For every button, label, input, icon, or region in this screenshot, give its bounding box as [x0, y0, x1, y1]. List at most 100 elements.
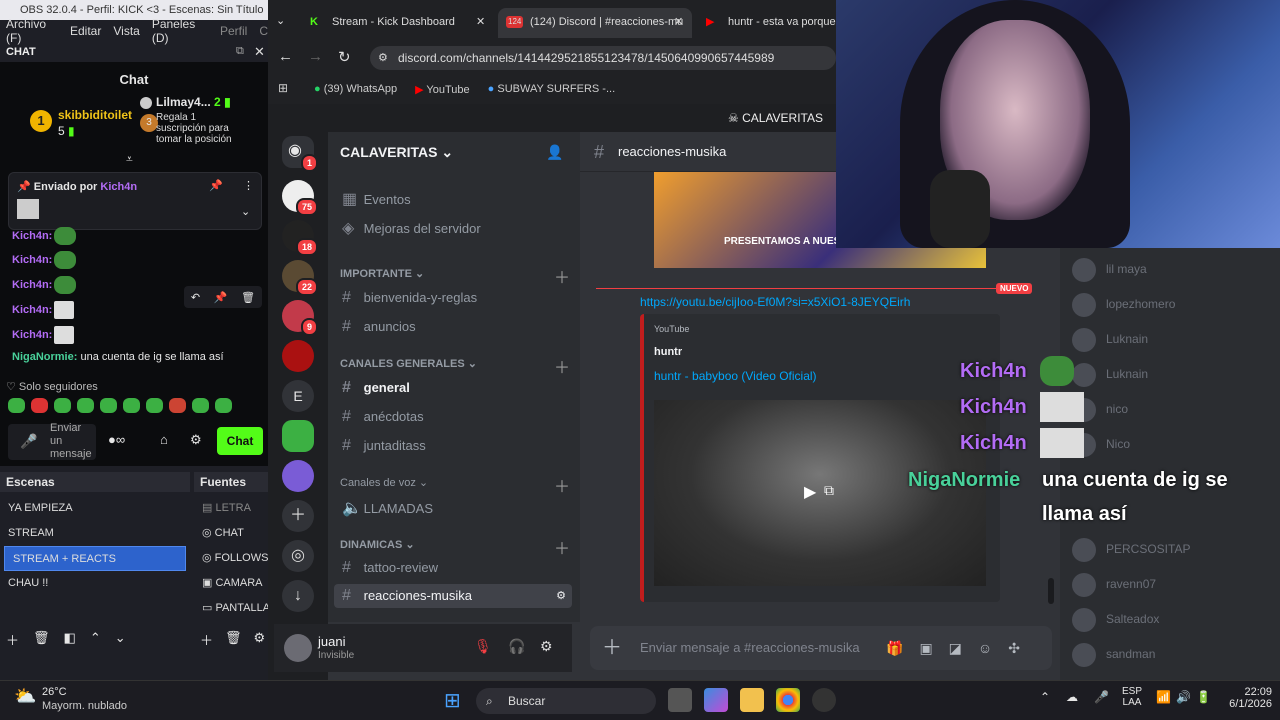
- chat-message[interactable]: Kich4n:: [12, 276, 77, 294]
- source-item[interactable]: ▣ CAMARA: [194, 571, 268, 596]
- add-channel-icon[interactable]: ＋: [554, 473, 570, 497]
- source-item[interactable]: ▤ LETRA: [194, 496, 268, 521]
- taskbar-search[interactable]: ⌕ Buscar: [476, 688, 656, 714]
- bookmark-subway[interactable]: ● SUBWAY SURFERS -...: [488, 83, 615, 95]
- move-up-icon[interactable]: ⌃: [90, 630, 101, 649]
- category-dinamicas[interactable]: DINAMICAS ⌄: [340, 538, 415, 551]
- scrollbar[interactable]: [1048, 578, 1054, 604]
- download-icon[interactable]: ↓: [282, 580, 314, 612]
- filter-icon[interactable]: ◧: [64, 630, 76, 649]
- chat-message[interactable]: Kich4n:: [12, 227, 77, 245]
- add-icon[interactable]: ＋: [6, 630, 19, 649]
- reply-icon[interactable]: ↶: [191, 291, 200, 304]
- channel-settings-icon[interactable]: ⚙: [556, 584, 566, 608]
- menu-archivo[interactable]: Archivo (F): [6, 17, 58, 45]
- chevron-down-icon[interactable]: ⌄: [241, 205, 250, 218]
- close-tab-icon[interactable]: ✕: [476, 8, 485, 36]
- avatar[interactable]: [284, 634, 312, 662]
- voice-channel-item[interactable]: 🔈 LLAMADAS: [342, 498, 433, 518]
- undock-icon[interactable]: ⧉: [236, 45, 244, 58]
- scene-item-selected[interactable]: STREAM + REACTS: [4, 546, 186, 571]
- headphones-icon[interactable]: 🎧: [508, 638, 525, 655]
- source-item[interactable]: ◎ CHAT: [194, 521, 268, 546]
- tab-youtube[interactable]: ▶ huntr - esta va porque te: [696, 8, 836, 38]
- weather-temp[interactable]: 26°C: [42, 686, 67, 698]
- user-settings-icon[interactable]: ⚙: [540, 638, 553, 655]
- server-icon[interactable]: [282, 460, 314, 492]
- member-item[interactable]: Luknain: [1072, 328, 1148, 352]
- send-chat-button[interactable]: Chat: [217, 427, 263, 455]
- emoji-icon[interactable]: ☺: [978, 626, 992, 670]
- forward-icon[interactable]: →: [308, 48, 323, 65]
- add-server-icon[interactable]: ＋: [282, 500, 314, 532]
- back-icon[interactable]: ←: [278, 48, 293, 65]
- server-icon-calaveritas[interactable]: [282, 340, 314, 372]
- channel-item-active[interactable]: # reacciones-musika ⚙: [334, 584, 572, 608]
- open-external-icon[interactable]: ⧉: [824, 482, 834, 499]
- clock[interactable]: 22:09 6/1/2026: [1222, 686, 1272, 710]
- embed-author[interactable]: huntr: [654, 346, 682, 358]
- emotes-icon[interactable]: ●∞: [108, 432, 125, 447]
- discover-icon[interactable]: ◎: [282, 540, 314, 572]
- emote-item[interactable]: [8, 398, 25, 413]
- member-item[interactable]: lopezhomero: [1072, 293, 1175, 317]
- gif-icon[interactable]: ▣: [919, 626, 932, 670]
- add-channel-icon[interactable]: ＋: [554, 535, 570, 559]
- url-bar[interactable]: ⚙ discord.com/channels/141442952185512347…: [370, 46, 836, 70]
- emote-item[interactable]: [192, 398, 209, 413]
- invite-icon[interactable]: 👤: [546, 144, 563, 161]
- leader2-name[interactable]: Lilmay4... 2 ▮: [140, 95, 231, 109]
- mute-mic-icon[interactable]: 🎙: [474, 638, 492, 655]
- menu-editar[interactable]: Editar: [70, 24, 101, 38]
- weather-icon[interactable]: ⛅: [14, 686, 36, 707]
- tab-search-icon[interactable]: ⌄: [276, 14, 285, 27]
- apps-icon[interactable]: ✣: [1008, 626, 1020, 670]
- server-icon[interactable]: E: [282, 380, 314, 412]
- bookmark-youtube[interactable]: ▶ YouTube: [415, 83, 470, 96]
- tab-discord[interactable]: 124 (124) Discord | #reacciones-mu ✕: [498, 8, 692, 38]
- gift-icon[interactable]: 🎁: [886, 626, 903, 670]
- member-item[interactable]: Luknain: [1072, 363, 1148, 387]
- file-explorer-icon[interactable]: [740, 688, 764, 712]
- menu-vista[interactable]: Vista: [113, 24, 139, 38]
- nav-boosts[interactable]: ◈ Mejoras del servidor: [342, 218, 481, 238]
- battery-icon[interactable]: 🔋: [1196, 690, 1211, 704]
- trash-icon[interactable]: 🗑: [241, 291, 255, 304]
- emote-item[interactable]: [169, 398, 186, 413]
- task-view-icon[interactable]: [668, 688, 692, 712]
- channel-item[interactable]: # tattoo-review: [342, 559, 438, 577]
- channel-item[interactable]: # anécdotas: [342, 408, 424, 426]
- close-icon[interactable]: ✕: [254, 44, 265, 60]
- scene-item[interactable]: CHAU !!: [0, 571, 190, 596]
- emote-item[interactable]: [215, 398, 232, 413]
- message-link[interactable]: https://youtu.be/cijIoo-Ef0M?si=x5XiO1-8…: [640, 295, 910, 309]
- emote-item[interactable]: [77, 398, 94, 413]
- emote-item[interactable]: [100, 398, 117, 413]
- add-icon[interactable]: ＋: [200, 630, 213, 649]
- reload-icon[interactable]: ↻: [338, 48, 351, 66]
- channel-item[interactable]: # general: [342, 379, 410, 397]
- emote-item[interactable]: [54, 398, 71, 413]
- chat-message[interactable]: Kich4n:: [12, 251, 77, 269]
- channel-item[interactable]: # bienvenida-y-reglas: [342, 289, 477, 307]
- server-name[interactable]: CALAVERITAS ⌄: [340, 144, 453, 161]
- close-tab-icon[interactable]: ✕: [674, 8, 683, 36]
- weather-desc[interactable]: Mayorm. nublado: [42, 700, 127, 712]
- scene-item[interactable]: STREAM: [0, 521, 190, 546]
- pin-icon[interactable]: 📌: [209, 179, 223, 192]
- scene-item[interactable]: YA EMPIEZA: [0, 496, 190, 521]
- member-item[interactable]: Salteadox: [1072, 608, 1159, 632]
- pin-icon[interactable]: 📌: [214, 291, 228, 304]
- trash-icon[interactable]: 🗑: [225, 630, 242, 649]
- sticker-icon[interactable]: ◪: [949, 626, 962, 670]
- wifi-icon[interactable]: 📶: [1156, 690, 1171, 704]
- mic-icon[interactable]: 🎤: [1094, 690, 1109, 704]
- nav-events[interactable]: ▦ Eventos: [342, 189, 411, 209]
- emote-item[interactable]: [31, 398, 48, 413]
- channel-item[interactable]: # juntaditass: [342, 437, 426, 455]
- menu-c[interactable]: C: [259, 24, 268, 38]
- source-item[interactable]: ◎ FOLLOWS: [194, 546, 268, 571]
- message-input[interactable]: ＋ Enviar mensaje a #reacciones-musika 🎁 ▣…: [590, 626, 1052, 670]
- trash-icon[interactable]: 🗑: [33, 630, 50, 649]
- attach-icon[interactable]: ＋: [602, 626, 622, 670]
